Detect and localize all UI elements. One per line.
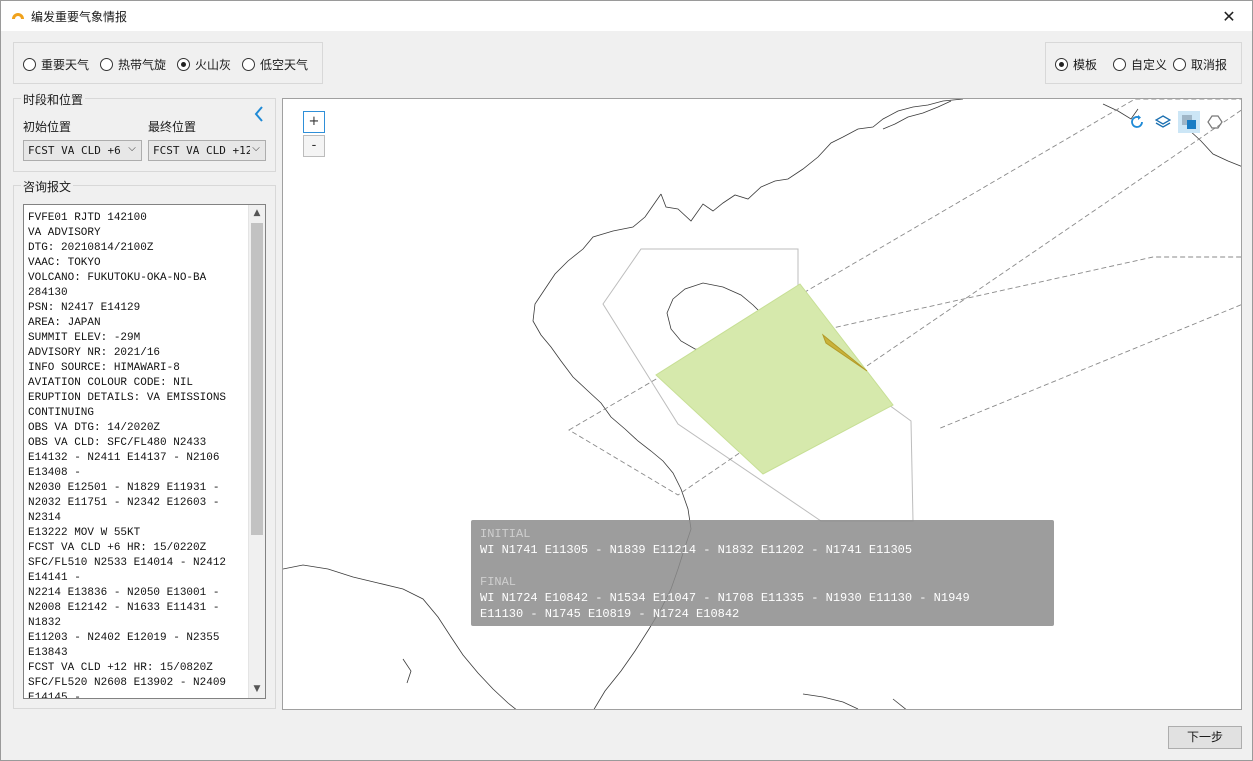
radio-dot <box>100 58 113 71</box>
initial-ash-band <box>568 99 1241 496</box>
refresh-icon[interactable] <box>1126 111 1148 133</box>
initial-position-label: 初始位置 <box>23 120 72 134</box>
radio-low-level-weather[interactable]: 低空天气 <box>242 56 308 73</box>
radio-dot <box>177 58 190 71</box>
initial-coordinates: WI N1741 E11305 - N1839 E11214 - N1832 E… <box>480 543 913 557</box>
map-view[interactable]: + - INITIAL WI N1741 E11305 - N1839 E112… <box>282 98 1242 710</box>
window-title: 编发重要气象情报 <box>31 10 128 24</box>
collapse-chevron-icon[interactable] <box>252 105 266 123</box>
layers-icon[interactable] <box>1152 111 1174 133</box>
final-position-select[interactable]: FCST VA CLD +12 ⌵ <box>148 140 266 161</box>
final-position-label: 最终位置 <box>148 120 197 134</box>
mode-radio-group: 模板 自定义 取消报 <box>1045 42 1242 84</box>
hexagon-icon[interactable] <box>1204 111 1226 133</box>
zoom-in-button[interactable]: + <box>303 111 325 133</box>
period-section-title: 时段和位置 <box>21 91 86 108</box>
type-radio-group: 重要天气 热带气旋 火山灰 低空天气 <box>13 42 323 84</box>
next-button[interactable]: 下一步 <box>1168 726 1242 749</box>
close-icon: ✕ <box>1222 6 1236 26</box>
chevron-down-icon: ⌵ <box>126 143 138 157</box>
app-logo-icon <box>12 13 24 19</box>
radio-dot <box>242 58 255 71</box>
radio-dot <box>1055 58 1068 71</box>
ash-polygon[interactable] <box>655 283 894 475</box>
radio-tropical-cyclone[interactable]: 热带气旋 <box>100 56 166 73</box>
scroll-down-icon[interactable]: ▼ <box>249 681 265 698</box>
scroll-up-icon[interactable]: ▲ <box>249 205 265 222</box>
advisory-text: FVFE01 RJTD 142100 VA ADVISORY DTG: 2021… <box>28 212 227 699</box>
radio-volcanic-ash[interactable]: 火山灰 <box>177 56 231 73</box>
initial-header: INITIAL <box>480 527 531 541</box>
radio-dot <box>1113 58 1126 71</box>
radio-dot <box>23 58 36 71</box>
final-coordinates-line2: E11130 - N1745 E10819 - N1724 E10842 <box>480 607 740 621</box>
radio-template[interactable]: 模板 <box>1055 56 1097 73</box>
chevron-down-icon: ⌵ <box>250 143 262 157</box>
final-coordinates-line1: WI N1724 E10842 - N1534 E11047 - N1708 E… <box>480 591 970 605</box>
close-button[interactable]: ✕ <box>1206 1 1252 31</box>
initial-position-select[interactable]: FCST VA CLD +6 ⌵ <box>23 140 142 161</box>
final-header: FINAL <box>480 575 517 589</box>
zoom-out-button[interactable]: - <box>303 135 325 157</box>
advisory-scrollbar[interactable]: ▲ ▼ <box>248 205 265 698</box>
coordinates-info-box: INITIAL WI N1741 E11305 - N1839 E11214 -… <box>471 520 1054 626</box>
advisory-textarea[interactable]: FVFE01 RJTD 142100 VA ADVISORY DTG: 2021… <box>23 204 266 699</box>
polygon-fill-icon[interactable] <box>1178 111 1200 133</box>
dialog-window: 编发重要气象情报 ✕ 重要天气 热带气旋 火山灰 低空天气 模板 自定义 取消报 <box>0 0 1253 761</box>
scroll-thumb[interactable] <box>251 223 263 535</box>
radio-custom[interactable]: 自定义 <box>1113 56 1167 73</box>
title-bar: 编发重要气象情报 ✕ <box>1 1 1252 31</box>
radio-dot <box>1173 58 1186 71</box>
radio-significant-weather[interactable]: 重要天气 <box>23 56 89 73</box>
advisory-section-title: 咨询报文 <box>21 178 74 195</box>
radio-cancel-report[interactable]: 取消报 <box>1173 56 1227 73</box>
